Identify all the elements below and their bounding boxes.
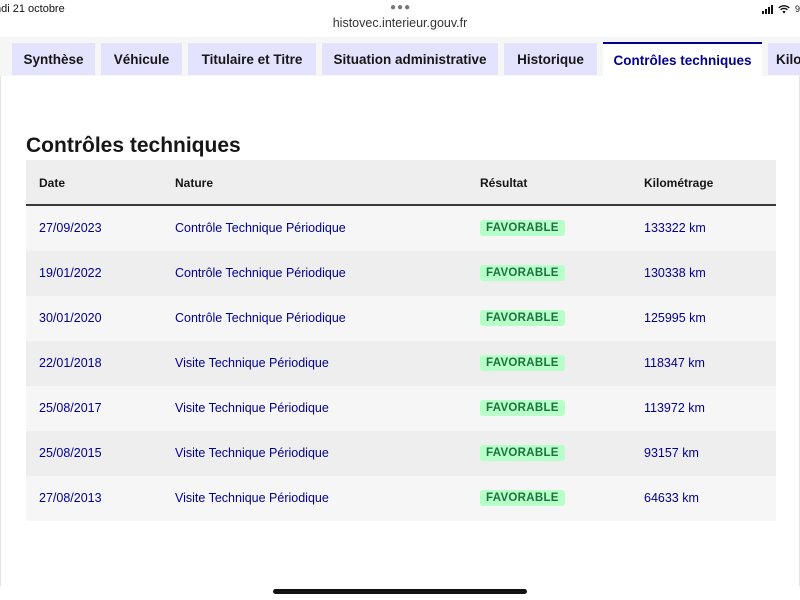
row-nature: Contrôle Technique Périodique [175, 221, 346, 235]
result-badge: FAVORABLE [480, 445, 565, 461]
table-row: 25/08/2017 Visite Technique Périodique F… [26, 386, 776, 431]
result-badge: FAVORABLE [480, 400, 565, 416]
tab-kilometrage[interactable]: Kilo [768, 43, 800, 75]
section-title: Contrôles techniques [26, 134, 241, 157]
wifi-icon [778, 5, 790, 14]
column-header-mileage: Kilométrage [644, 176, 714, 190]
tab-controles-techniques[interactable]: Contrôles techniques [603, 42, 762, 76]
tab-situation-administrative[interactable]: Situation administrative [322, 43, 498, 75]
row-date: 25/08/2015 [39, 446, 102, 460]
row-nature: Contrôle Technique Périodique [175, 266, 346, 280]
tab-historique[interactable]: Historique [504, 43, 597, 75]
row-mileage: 133322 km [644, 221, 706, 235]
row-nature: Visite Technique Périodique [175, 491, 329, 505]
result-badge: FAVORABLE [480, 490, 565, 506]
row-nature: Visite Technique Périodique [175, 401, 329, 415]
row-date: 22/01/2018 [39, 356, 102, 370]
row-mileage: 64633 km [644, 491, 699, 505]
column-header-nature: Nature [175, 176, 214, 190]
table-header: Date Nature Résultat Kilométrage [26, 160, 776, 206]
row-mileage: 118347 km [644, 356, 705, 370]
battery-level: 9 [794, 4, 800, 14]
row-mileage: 130338 km [644, 266, 706, 280]
table-row: 27/08/2013 Visite Technique Périodique F… [26, 476, 776, 521]
row-date: 30/01/2020 [39, 311, 102, 325]
row-date: 25/08/2017 [39, 401, 102, 415]
table-row: 22/01/2018 Visite Technique Périodique F… [26, 341, 776, 386]
table-row: 30/01/2020 Contrôle Technique Périodique… [26, 296, 776, 341]
content-panel: Contrôles techniques Date Nature Résulta… [0, 76, 800, 586]
url-bar[interactable]: histovec.interieur.gouv.fr [0, 16, 800, 30]
tab-bar: Synthèse Véhicule Titulaire et Titre Sit… [0, 37, 800, 77]
result-badge: FAVORABLE [480, 355, 565, 371]
result-badge: FAVORABLE [480, 265, 565, 281]
row-nature: Visite Technique Périodique [175, 446, 329, 460]
tab-vehicule[interactable]: Véhicule [101, 43, 182, 75]
row-mileage: 125995 km [644, 311, 706, 325]
table-row: 25/08/2015 Visite Technique Périodique F… [26, 431, 776, 476]
controls-table: Date Nature Résultat Kilométrage 27/09/2… [26, 160, 776, 521]
row-nature: Visite Technique Périodique [175, 356, 329, 370]
status-icons: 9 [761, 4, 800, 14]
table-row: 19/01/2022 Contrôle Technique Périodique… [26, 251, 776, 296]
row-date: 27/08/2013 [39, 491, 102, 505]
row-date: 27/09/2023 [39, 221, 102, 235]
table-row: 27/09/2023 Contrôle Technique Périodique… [26, 206, 776, 251]
result-badge: FAVORABLE [480, 220, 565, 236]
column-header-result: Résultat [480, 176, 528, 190]
more-dots-icon[interactable]: ●●● [390, 2, 411, 13]
status-date: ndi 21 octobre [0, 3, 65, 15]
tab-synthese[interactable]: Synthèse [12, 43, 95, 75]
signal-icon [761, 4, 773, 14]
result-badge: FAVORABLE [480, 310, 565, 326]
row-mileage: 113972 km [644, 401, 705, 415]
row-nature: Contrôle Technique Périodique [175, 311, 346, 325]
row-mileage: 93157 km [644, 446, 699, 460]
tab-titulaire-et-titre[interactable]: Titulaire et Titre [188, 43, 316, 75]
row-date: 19/01/2022 [39, 266, 102, 280]
home-indicator[interactable] [273, 589, 527, 594]
column-header-date: Date [39, 176, 66, 190]
